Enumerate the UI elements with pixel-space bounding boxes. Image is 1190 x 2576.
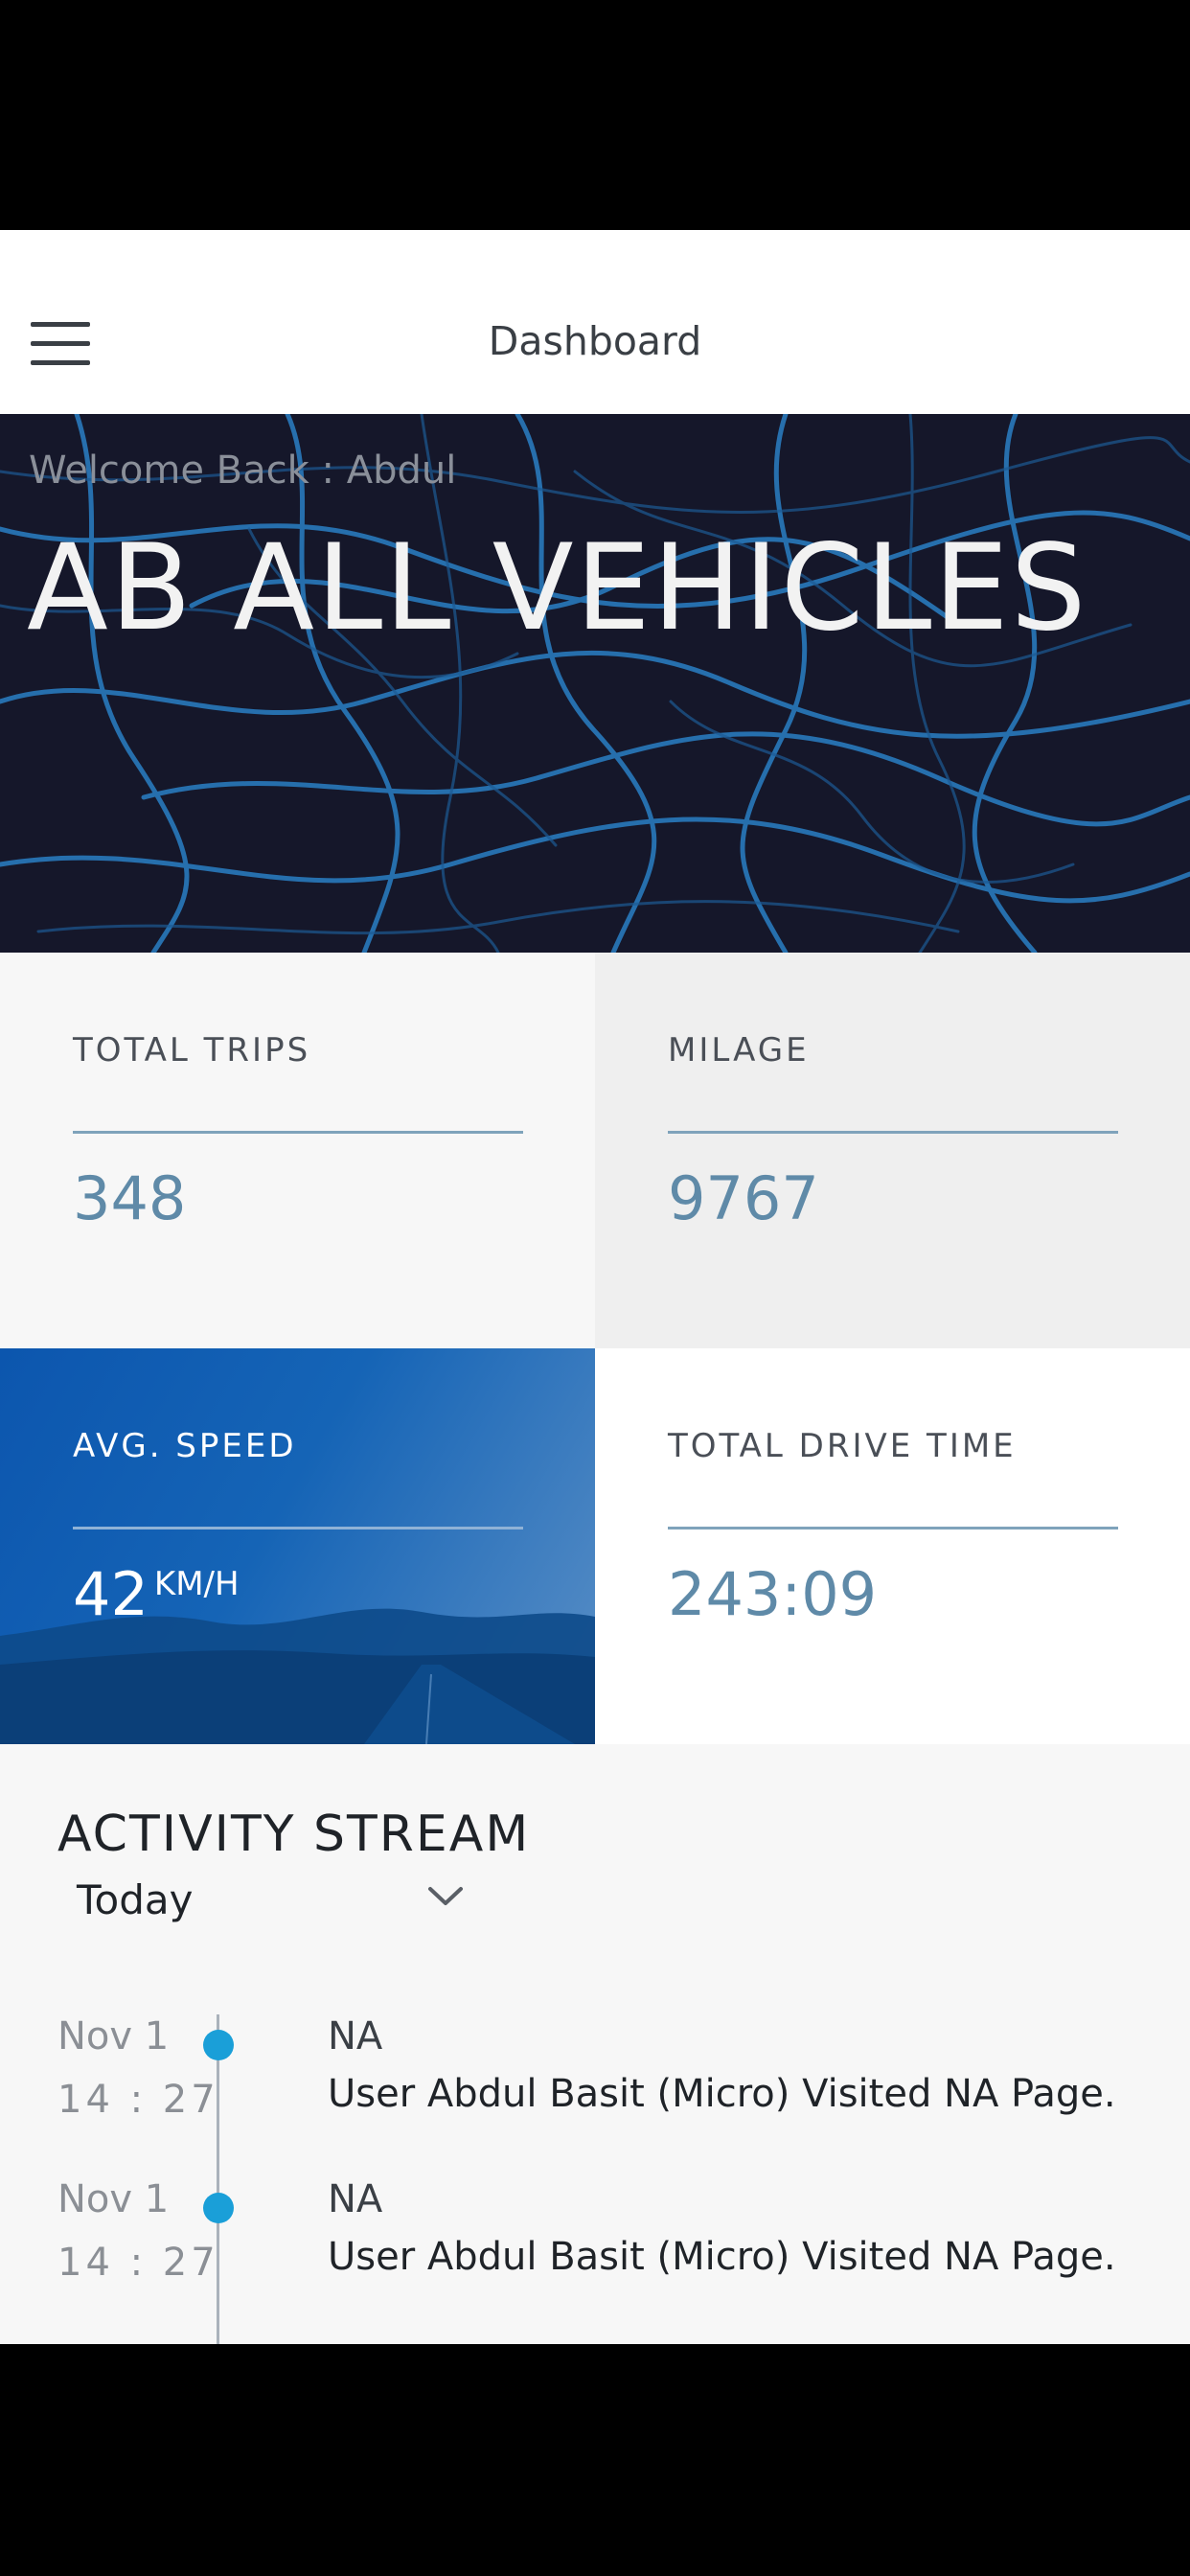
total-drive-time-tile[interactable]: TOTAL DRIVE TIME 243:09 xyxy=(595,1348,1190,1744)
total-drive-time-value: 243:09 xyxy=(668,1559,878,1629)
timeline-dot-icon xyxy=(203,2030,234,2060)
chevron-down-icon xyxy=(428,1887,463,1905)
date-filter-value: Today xyxy=(77,1876,194,1923)
avg-speed-label: AVG. SPEED xyxy=(73,1427,297,1465)
activity-message: User Abdul Basit (Micro) Visited NA Page… xyxy=(328,2235,1116,2279)
activity-date: Nov 1 xyxy=(57,2177,170,2221)
avg-speed-unit: KM/H xyxy=(153,1565,240,1603)
total-trips-tile[interactable]: TOTAL TRIPS 348 xyxy=(0,953,595,1348)
divider xyxy=(668,1131,1118,1134)
activity-item[interactable]: Nov 1 14 : 27 NA User Abdul Basit (Micro… xyxy=(0,2014,1190,2158)
activity-stream: ACTIVITY STREAM Today Nov 1 14 : 27 NA U… xyxy=(0,1744,1190,2344)
milage-value: 9767 xyxy=(668,1163,819,1233)
activity-date: Nov 1 xyxy=(57,2014,170,2058)
milage-tile[interactable]: MILAGE 9767 xyxy=(595,953,1190,1348)
total-trips-value: 348 xyxy=(73,1163,187,1233)
date-filter-dropdown[interactable]: Today xyxy=(77,1876,479,1934)
activity-message: User Abdul Basit (Micro) Visited NA Page… xyxy=(328,2072,1116,2116)
activity-title: NA xyxy=(328,2177,383,2221)
timeline-dot-icon xyxy=(203,2193,234,2223)
activity-item[interactable]: Nov 1 14 : 27 NA User Abdul Basit (Micro… xyxy=(0,2177,1190,2321)
divider xyxy=(668,1527,1118,1530)
total-drive-time-label: TOTAL DRIVE TIME xyxy=(668,1427,1017,1465)
vehicle-group-title: AB ALL VEHICLES xyxy=(27,519,1088,657)
avg-speed-number: 42 xyxy=(73,1559,149,1629)
milage-label: MILAGE xyxy=(668,1031,810,1070)
divider xyxy=(73,1131,523,1134)
avg-speed-value: 42 KM/H xyxy=(73,1559,240,1629)
status-bar xyxy=(0,0,1190,230)
total-trips-label: TOTAL TRIPS xyxy=(73,1031,311,1070)
activity-time: 14 : 27 xyxy=(57,2078,219,2122)
activity-title: NA xyxy=(328,2014,383,2058)
welcome-text: Welcome Back : Abdul xyxy=(29,448,457,493)
bottom-bar xyxy=(0,2344,1190,2576)
activity-stream-title: ACTIVITY STREAM xyxy=(57,1806,531,1863)
divider xyxy=(73,1527,523,1530)
road-landscape-image xyxy=(0,1608,595,1744)
avg-speed-tile[interactable]: AVG. SPEED 42 KM/H xyxy=(0,1348,595,1744)
activity-time: 14 : 27 xyxy=(57,2241,219,2285)
hero-banner: Welcome Back : Abdul AB ALL VEHICLES xyxy=(0,414,1190,953)
app-screen: Dashboard Welcome Back: Abdul AB ALL VE… xyxy=(0,230,1190,2344)
page-title: Dashboard xyxy=(488,318,702,364)
app-header: Dashboard xyxy=(0,230,1190,414)
road-map-background xyxy=(0,414,1190,953)
